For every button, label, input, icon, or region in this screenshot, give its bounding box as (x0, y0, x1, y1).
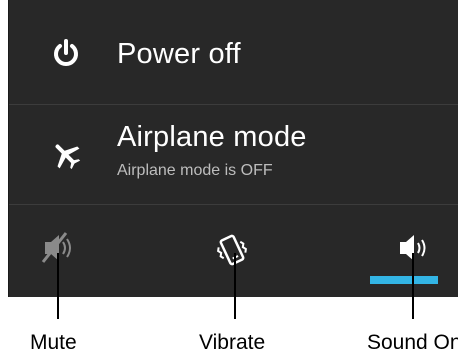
selected-mode-indicator (370, 276, 438, 284)
airplane-mode-status: Airplane mode is OFF (117, 162, 273, 179)
power-icon (49, 36, 83, 70)
mute-caption: Mute (30, 331, 77, 354)
sound-on-callout-line (412, 253, 414, 319)
vibrate-icon (217, 234, 247, 266)
airplane-mode-label: Airplane mode (117, 121, 307, 153)
mute-mode-button[interactable] (0, 206, 119, 297)
vibrate-caption: Vibrate (199, 331, 266, 354)
speaker-on-icon (400, 235, 426, 261)
mute-callout-line (57, 253, 59, 319)
vibrate-callout-line (234, 253, 236, 319)
airplane-mode-item[interactable]: Airplane mode Airplane mode is OFF (9, 105, 458, 205)
global-actions-dialog: Power off Airplane mode Airplane mode is… (8, 0, 458, 297)
vibrate-mode-button[interactable] (172, 206, 292, 297)
sound-on-caption: Sound On (367, 331, 458, 354)
airplane-icon (49, 138, 83, 172)
speaker-muted-icon (41, 232, 71, 263)
power-off-label: Power off (117, 38, 241, 70)
power-off-item[interactable]: Power off (9, 0, 458, 105)
